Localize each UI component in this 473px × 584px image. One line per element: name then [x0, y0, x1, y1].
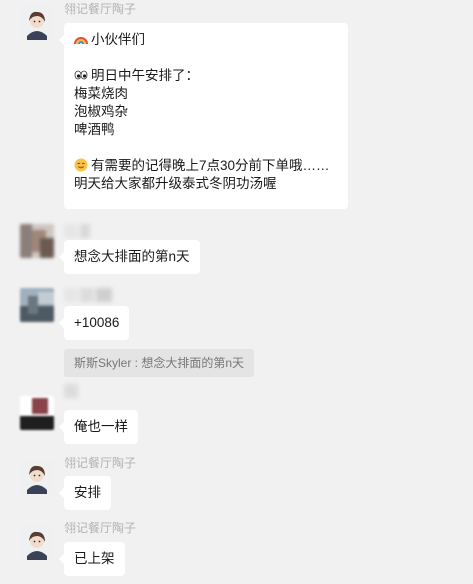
message-text: 明日中午安排了： — [91, 68, 199, 83]
avatar[interactable] — [20, 6, 54, 40]
message-bubble[interactable]: 已上架 — [59, 542, 125, 576]
avatar[interactable] — [20, 396, 54, 430]
sender-name-redacted — [64, 288, 112, 302]
sender-name-redacted — [64, 224, 90, 238]
message-bubble[interactable]: +10086 — [58, 306, 130, 340]
message-text: +10086 — [74, 315, 120, 330]
message-text: 梅菜烧肉 — [74, 86, 128, 101]
avatar-blurred-icon — [20, 224, 54, 258]
sender-name: 翎记餐厅陶子 — [64, 2, 137, 16]
smile-emoji-icon — [74, 158, 88, 172]
eyes-emoji-icon — [74, 70, 88, 80]
avatar[interactable] — [20, 460, 54, 494]
message-text: 已上架 — [74, 551, 115, 566]
avatar[interactable] — [20, 526, 54, 560]
message-text: 想念大排面的第n天 — [74, 249, 190, 264]
message-line: 明日中午安排了： — [74, 67, 338, 85]
message-line: 小伙伴们 — [74, 31, 338, 49]
message-bubble[interactable]: 小伙伴们 明日中午安排了： 梅菜烧肉 泡椒鸡杂 啤酒鸭 有需要的记得晚上7点30… — [59, 23, 348, 209]
rainbow-emoji-icon — [74, 37, 88, 45]
avatar-illustration-icon — [20, 6, 54, 40]
message-text: 啤酒鸭 — [74, 122, 115, 137]
quoted-message[interactable]: 斯斯Skyler : 想念大排面的第n天 — [64, 349, 255, 377]
avatar-blurred-icon — [20, 396, 54, 430]
sender-name: 翎记餐厅陶子 — [64, 456, 137, 470]
chat-message-list: 翎记餐厅陶子 小伙伴们 明日中午安排了： 梅菜烧肉 泡椒鸡杂 啤酒鸭 有需要的记… — [0, 0, 473, 584]
message-line: 有需要的记得晚上7点30分前下单哦…… — [74, 157, 338, 175]
message-text: 明天给大家都升级泰式冬阴功汤喔 — [74, 176, 277, 191]
message-text: 俺也一样 — [74, 419, 128, 434]
message-text: 有需要的记得晚上7点30分前下单哦…… — [91, 158, 330, 173]
avatar[interactable] — [20, 224, 54, 258]
message-text: 泡椒鸡杂 — [74, 104, 128, 119]
avatar-illustration-icon — [20, 460, 54, 494]
avatar[interactable] — [20, 288, 54, 322]
avatar-blurred-icon — [20, 288, 54, 322]
message-bubble[interactable]: 安排 — [59, 476, 111, 510]
message-bubble[interactable]: 俺也一样 — [59, 410, 138, 444]
sender-name-redacted — [64, 384, 78, 398]
avatar-illustration-icon — [20, 526, 54, 560]
sender-name: 翎记餐厅陶子 — [64, 521, 137, 535]
message-text: 小伙伴们 — [91, 32, 145, 47]
message-text: 安排 — [74, 485, 101, 500]
message-bubble[interactable]: 想念大排面的第n天 — [59, 240, 200, 274]
